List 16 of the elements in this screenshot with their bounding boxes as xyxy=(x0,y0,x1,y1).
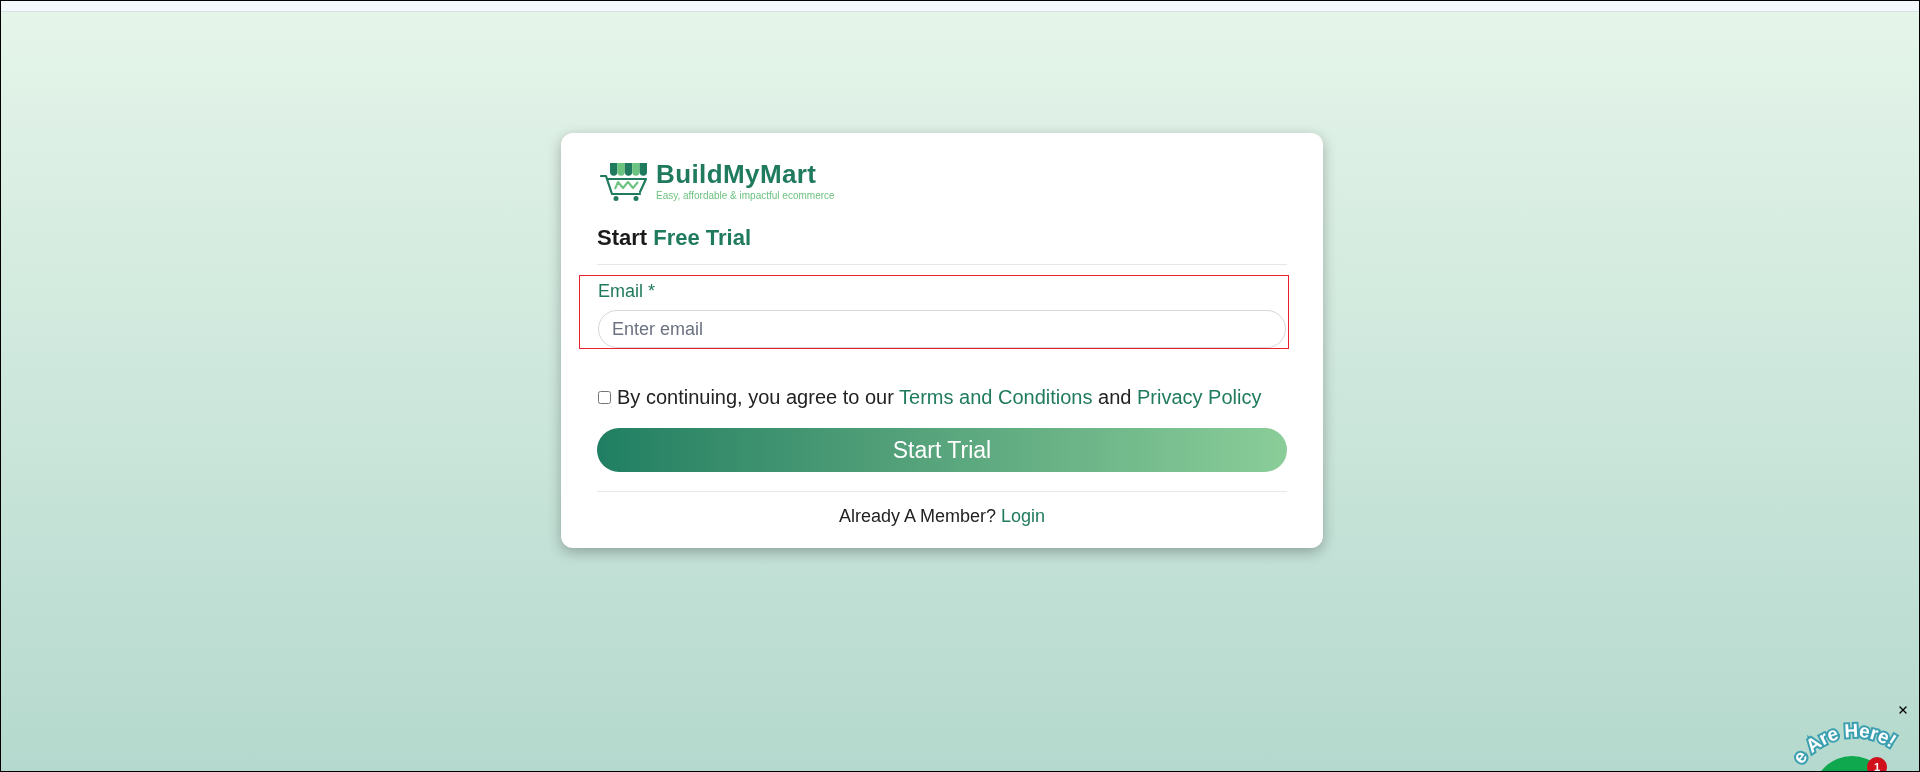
brand-tagline: Easy, affordable & impactful ecommerce xyxy=(656,190,835,202)
notification-badge: 1 xyxy=(1867,757,1887,771)
email-input[interactable]: Enter email xyxy=(598,310,1286,348)
email-label: Email * xyxy=(598,281,655,302)
login-link[interactable]: Login xyxy=(1001,506,1046,526)
cart-logo-icon xyxy=(600,161,648,202)
start-trial-button[interactable]: Start Trial xyxy=(597,428,1287,472)
policy-link[interactable]: Terms and Conditions xyxy=(899,386,1093,408)
chat-launcher[interactable]: e Are Here! 1 xyxy=(1769,717,1907,771)
consent-checkbox[interactable] xyxy=(598,390,611,404)
policy-link[interactable]: Privacy Policy xyxy=(1137,386,1262,408)
form-heading: Start Free Trial xyxy=(597,226,752,250)
login-prompt: Already A Member? Login xyxy=(838,505,1046,527)
brand-name: BuildMyMart xyxy=(656,161,818,187)
consent-text: By continuing, you agree to our Terms and Conditions and Privacy Policy xyxy=(617,385,1262,409)
close-icon[interactable] xyxy=(1897,704,1909,716)
